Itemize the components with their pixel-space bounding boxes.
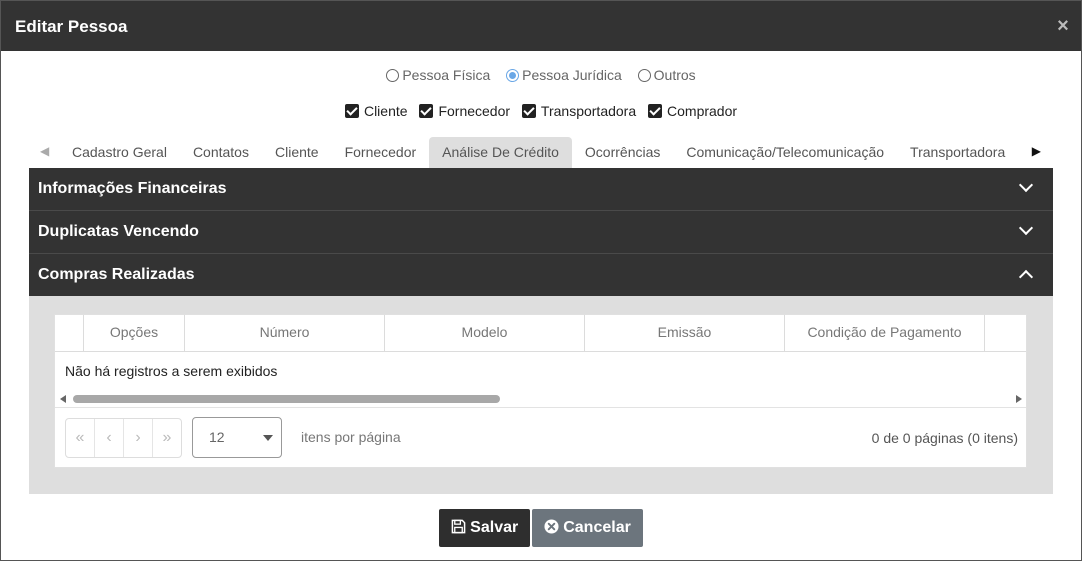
radio-pessoa-juridica[interactable]: Pessoa Jurídica (506, 67, 622, 83)
tab-cadastro-geral[interactable]: Cadastro Geral (59, 137, 180, 168)
page-size-value: 12 (209, 429, 225, 445)
radio-label: Pessoa Física (402, 67, 491, 84)
page-size-label: itens por página (301, 429, 401, 445)
radio-label: Outros (653, 67, 696, 84)
tab-scroll-left-icon[interactable]: ◀ (40, 144, 49, 158)
tab-contatos[interactable]: Contatos (180, 137, 262, 168)
floppy-disk-icon (451, 519, 466, 534)
radio-outros[interactable]: Outros (637, 67, 696, 84)
chevron-down-icon (1018, 177, 1034, 193)
grid-horizontal-scrollbar[interactable] (55, 393, 1026, 405)
tab-analise-de-credito[interactable]: Análise De Crédito (429, 137, 572, 168)
checkbox-checked-icon (419, 104, 434, 118)
dialog-title: Editar Pessoa (15, 17, 128, 36)
close-icon[interactable]: × (1055, 16, 1071, 36)
cancel-button-label: Cancelar (563, 519, 631, 536)
chevron-down-icon (1018, 220, 1034, 236)
purchases-grid: Opções Número Modelo Emissão Condição de… (54, 314, 1027, 468)
radio-checked-icon (506, 69, 520, 83)
pager-nav-buttons: « ‹ › » (65, 418, 182, 458)
panel-title: Informações Financeiras (38, 180, 227, 197)
grid-header: Opções Número Modelo Emissão Condição de… (55, 315, 1026, 352)
page-size-select[interactable]: 12 (192, 417, 282, 458)
radio-pessoa-fisica[interactable]: Pessoa Física (386, 67, 490, 83)
checkbox-label: Cliente (363, 103, 408, 119)
role-checkbox-group: Cliente Fornecedor Transportadora Compra… (1, 103, 1081, 119)
panel-header-duplicatas-vencendo[interactable]: Duplicatas Vencendo (29, 211, 1053, 254)
dialog-footer: Salvar Cancelar (1, 509, 1081, 547)
pager-info: 0 de 0 páginas (0 itens) (871, 430, 1018, 446)
pager-last-icon[interactable]: » (153, 419, 181, 457)
close-circle-icon (544, 519, 559, 534)
tab-ocorrencias[interactable]: Ocorrências (572, 137, 673, 168)
grid-column-condicao-pagamento[interactable]: Condição de Pagamento (785, 315, 985, 351)
person-type-radio-group: Pessoa Física Pessoa Jurídica Outros (1, 66, 1081, 83)
tab-bar: ◀ Cadastro Geral Contatos Cliente Fornecedo… (29, 137, 1053, 168)
grid-column-emissao[interactable]: Emissão (585, 315, 785, 351)
radio-circle-icon (386, 69, 400, 83)
radio-label: Pessoa Jurídica (522, 67, 622, 84)
grid-column-opcoes[interactable]: Opções (84, 315, 185, 351)
checkbox-checked-icon (648, 104, 663, 118)
tab-comunicacao[interactable]: Comunicação/Telecomunicação (673, 137, 897, 168)
tab-list: Cadastro Geral Contatos Cliente Fornecedor A… (59, 137, 1021, 168)
grid-empty-message: Não há registros a serem exibidos (65, 363, 278, 379)
checkbox-fornecedor[interactable]: Fornecedor (419, 103, 510, 119)
grid-column-modelo[interactable]: Modelo (385, 315, 585, 351)
cancel-button[interactable]: Cancelar (532, 509, 643, 547)
panel-header-informacoes-financeiras[interactable]: Informações Financeiras (29, 168, 1053, 211)
scroll-right-arrow-icon[interactable] (1016, 395, 1022, 403)
pager-first-icon[interactable]: « (66, 419, 95, 457)
tab-scroll-right-icon[interactable]: ▶ (1032, 144, 1041, 158)
pager-prev-icon[interactable]: ‹ (95, 419, 124, 457)
checkbox-comprador[interactable]: Comprador (648, 103, 737, 119)
pager-next-icon[interactable]: › (124, 419, 153, 457)
save-button-label: Salvar (470, 519, 519, 536)
checkbox-label: Fornecedor (438, 103, 511, 119)
credit-analysis-accordion: Informações Financeiras Duplicatas Vence… (29, 168, 1053, 494)
checkbox-checked-icon (344, 104, 359, 118)
panel-header-compras-realizadas[interactable]: Compras Realizadas (29, 254, 1053, 296)
tab-transportadora[interactable]: Transportadora (897, 137, 1018, 168)
grid-column-numero[interactable]: Número (185, 315, 385, 351)
grid-column-select[interactable] (55, 315, 84, 351)
panel-title: Duplicatas Vencendo (38, 223, 199, 240)
grid-pager: « ‹ › » 12 itens por página 0 de 0 págin… (55, 407, 1026, 467)
caret-down-icon (263, 435, 273, 441)
radio-circle-icon (637, 69, 651, 83)
edit-person-dialog: Editar Pessoa × Pessoa Física Pessoa Jur… (0, 0, 1082, 561)
dialog-title-bar: Editar Pessoa × (1, 1, 1081, 51)
save-button[interactable]: Salvar (439, 509, 531, 547)
panel-title: Compras Realizadas (38, 266, 195, 283)
checkbox-cliente[interactable]: Cliente (344, 103, 408, 119)
panel-body-compras-realizadas: Opções Número Modelo Emissão Condição de… (29, 296, 1053, 494)
scrollbar-thumb[interactable] (73, 395, 500, 403)
scroll-left-arrow-icon[interactable] (60, 395, 66, 403)
checkbox-label: Transportadora (540, 103, 637, 119)
tab-cliente[interactable]: Cliente (262, 137, 332, 168)
chevron-up-icon (1018, 269, 1034, 285)
tab-fornecedor[interactable]: Fornecedor (332, 137, 430, 168)
checkbox-checked-icon (521, 104, 536, 118)
checkbox-label: Comprador (667, 103, 738, 119)
checkbox-transportadora[interactable]: Transportadora (521, 103, 637, 119)
